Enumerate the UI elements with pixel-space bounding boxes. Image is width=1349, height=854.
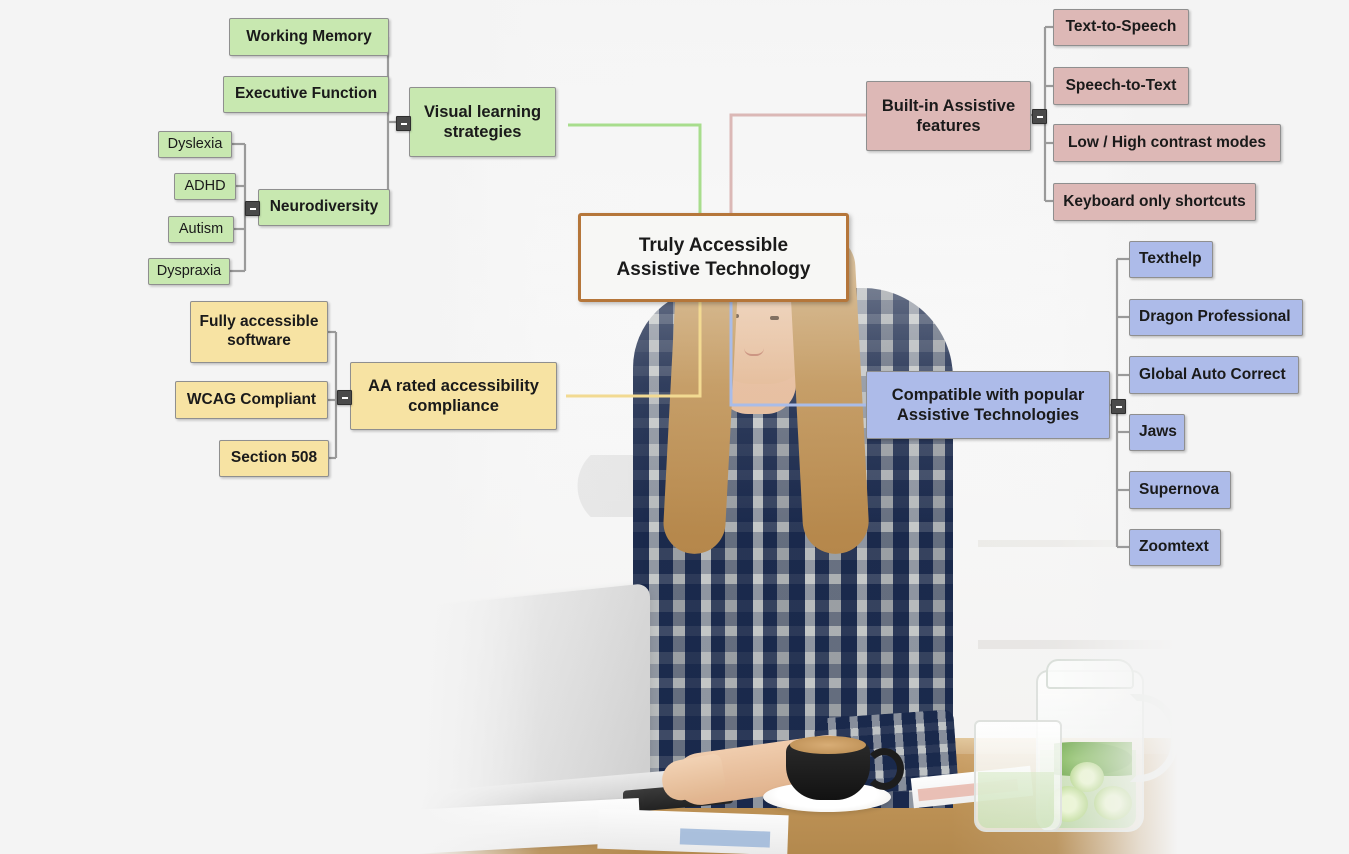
branch-connector-pink bbox=[729, 113, 868, 218]
node-text-to-speech[interactable]: Text-to-Speech bbox=[1053, 9, 1189, 46]
node-autism[interactable]: Autism bbox=[168, 216, 234, 243]
collapse-minus-icon[interactable] bbox=[1032, 109, 1047, 124]
node-label: Dragon Professional bbox=[1139, 308, 1291, 326]
node-label: Zoomtext bbox=[1139, 538, 1209, 556]
collapse-minus-icon[interactable] bbox=[245, 201, 260, 216]
node-label: Dyspraxia bbox=[156, 262, 222, 279]
branch-label-line1: Built-in Assistive bbox=[881, 96, 1016, 115]
branch-connector-yellow bbox=[566, 302, 702, 398]
central-topic-line2: Assistive Technology bbox=[616, 258, 811, 280]
node-label: Neurodiversity bbox=[269, 198, 379, 216]
branch-label-line1: Visual learning bbox=[423, 102, 542, 121]
branch-label-line1: Compatible with popular bbox=[891, 385, 1085, 404]
node-label: WCAG Compliant bbox=[186, 390, 317, 408]
node-label-line2: software bbox=[227, 332, 291, 349]
node-label: Jaws bbox=[1139, 423, 1177, 441]
node-dyspraxia[interactable]: Dyspraxia bbox=[148, 258, 230, 285]
node-label: Texthelp bbox=[1139, 250, 1202, 268]
collapse-minus-icon[interactable] bbox=[396, 116, 411, 131]
node-label: Executive Function bbox=[234, 85, 378, 103]
branch-label-line1: AA rated accessibility bbox=[368, 376, 539, 395]
node-label: ADHD bbox=[184, 177, 226, 194]
branch-node-visual-learning-strategies[interactable]: Visual learning strategies bbox=[409, 87, 556, 157]
collapse-minus-icon[interactable] bbox=[1111, 399, 1126, 414]
node-label: Working Memory bbox=[246, 27, 372, 45]
node-label: Global Auto Correct bbox=[1139, 365, 1286, 383]
branch-label-line2: Assistive Technologies bbox=[896, 406, 1080, 424]
node-label: Low / High contrast modes bbox=[1067, 133, 1267, 151]
node-label: Text-to-Speech bbox=[1065, 18, 1177, 36]
node-global-auto-correct[interactable]: Global Auto Correct bbox=[1129, 356, 1299, 394]
node-label: Keyboard only shortcuts bbox=[1063, 192, 1246, 210]
node-neurodiversity[interactable]: Neurodiversity bbox=[258, 189, 390, 226]
mindmap-canvas: Truly Accessible Assistive Technology Vi… bbox=[0, 0, 1349, 854]
node-low-high-contrast-modes[interactable]: Low / High contrast modes bbox=[1053, 124, 1281, 162]
node-executive-function[interactable]: Executive Function bbox=[223, 76, 389, 113]
node-dyslexia[interactable]: Dyslexia bbox=[158, 131, 232, 158]
node-label: Speech-to-Text bbox=[1065, 76, 1177, 94]
node-label: Autism bbox=[178, 220, 224, 237]
node-adhd[interactable]: ADHD bbox=[174, 173, 236, 200]
node-zoomtext[interactable]: Zoomtext bbox=[1129, 529, 1221, 566]
branch-node-compatible-with-popular-assistive-technologies[interactable]: Compatible with popular Assistive Techno… bbox=[866, 371, 1110, 439]
node-fully-accessible-software[interactable]: Fully accessible software bbox=[190, 301, 328, 363]
branch-label-line2: strategies bbox=[443, 123, 522, 141]
node-label: Dyslexia bbox=[167, 135, 223, 152]
node-supernova[interactable]: Supernova bbox=[1129, 471, 1231, 509]
node-working-memory[interactable]: Working Memory bbox=[229, 18, 389, 56]
node-speech-to-text[interactable]: Speech-to-Text bbox=[1053, 67, 1189, 105]
node-dragon-professional[interactable]: Dragon Professional bbox=[1129, 299, 1303, 336]
central-topic-line1: Truly Accessible bbox=[638, 235, 789, 257]
branch-connector-blue bbox=[729, 302, 866, 407]
node-jaws[interactable]: Jaws bbox=[1129, 414, 1185, 451]
branch-node-aa-rated-accessibility-compliance[interactable]: AA rated accessibility compliance bbox=[350, 362, 557, 430]
node-texthelp[interactable]: Texthelp bbox=[1129, 241, 1213, 278]
branch-label-line2: features bbox=[916, 117, 981, 135]
collapse-minus-icon[interactable] bbox=[337, 390, 352, 405]
node-keyboard-only-shortcuts[interactable]: Keyboard only shortcuts bbox=[1053, 183, 1256, 221]
node-label-line1: Fully accessible bbox=[199, 313, 319, 331]
branch-node-built-in-assistive-features[interactable]: Built-in Assistive features bbox=[866, 81, 1031, 151]
node-label: Section 508 bbox=[230, 449, 318, 467]
branch-connector-green bbox=[568, 123, 702, 218]
branch-label-line2: compliance bbox=[408, 397, 499, 415]
central-topic-node[interactable]: Truly Accessible Assistive Technology bbox=[578, 213, 849, 302]
node-wcag-compliant[interactable]: WCAG Compliant bbox=[175, 381, 328, 419]
node-label: Supernova bbox=[1139, 480, 1220, 498]
node-section-508[interactable]: Section 508 bbox=[219, 440, 329, 477]
